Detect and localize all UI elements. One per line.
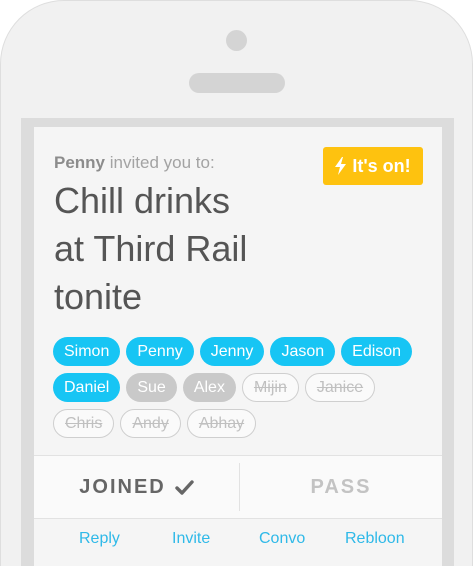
event-title: Chill drinks at Third Rail tonite — [54, 177, 354, 321]
attendee-chip-joined[interactable]: Jason — [270, 337, 336, 366]
joined-label: JOINED — [79, 475, 166, 498]
tab-reply[interactable]: Reply — [79, 530, 120, 548]
attendee-chip-declined[interactable]: Janice — [304, 373, 376, 402]
status-badge-label: It's on! — [352, 155, 411, 176]
phone-frame: Penny invited you to: It's on! Chill dri… — [0, 0, 473, 566]
tab-convo[interactable]: Convo — [259, 530, 305, 548]
event-title-line: Chill drinks — [54, 180, 231, 221]
attendee-chip-joined[interactable]: Jenny — [199, 337, 265, 366]
inviter-name[interactable]: Penny — [54, 153, 105, 172]
attendee-chip-maybe[interactable]: Sue — [126, 373, 177, 402]
camera-icon — [226, 30, 247, 51]
pass-label: PASS — [310, 475, 372, 498]
invite-line: Penny invited you to: — [54, 153, 215, 173]
tab-rebloon[interactable]: Rebloon — [345, 530, 405, 548]
attendee-chip-joined[interactable]: Penny — [126, 337, 194, 366]
pass-button[interactable]: PASS — [240, 456, 442, 518]
invited-text: invited you to: — [109, 153, 215, 172]
attendee-chip-maybe[interactable]: Alex — [182, 373, 236, 402]
invite-card: Penny invited you to: It's on! Chill dri… — [34, 127, 442, 566]
lightning-bolt-icon — [335, 157, 347, 175]
attendee-chip-declined[interactable]: Andy — [120, 409, 181, 438]
event-title-line: tonite — [54, 276, 143, 317]
checkmark-icon — [175, 479, 194, 495]
tab-invite[interactable]: Invite — [172, 530, 210, 548]
speaker-grille — [189, 73, 285, 93]
attendee-chip-declined[interactable]: Chris — [53, 409, 115, 438]
attendee-chip-declined[interactable]: Mijin — [241, 373, 299, 402]
event-title-line: at Third Rail — [54, 228, 248, 269]
phone-screen: Penny invited you to: It's on! Chill dri… — [21, 118, 454, 566]
joined-button[interactable]: JOINED — [34, 456, 239, 518]
attendee-chip-declined[interactable]: Abhay — [186, 409, 257, 438]
attendee-chip-joined[interactable]: Daniel — [53, 373, 121, 402]
bottom-tabs: Reply Invite Convo Rebloon — [34, 519, 442, 559]
response-bar: JOINED PASS — [34, 455, 442, 519]
attendee-list: Simon Penny Jenny Jason Edison Daniel Sue Alex M… — [53, 337, 433, 438]
attendee-chip-joined[interactable]: Simon — [53, 337, 121, 366]
attendee-chip-joined[interactable]: Edison — [341, 337, 413, 366]
